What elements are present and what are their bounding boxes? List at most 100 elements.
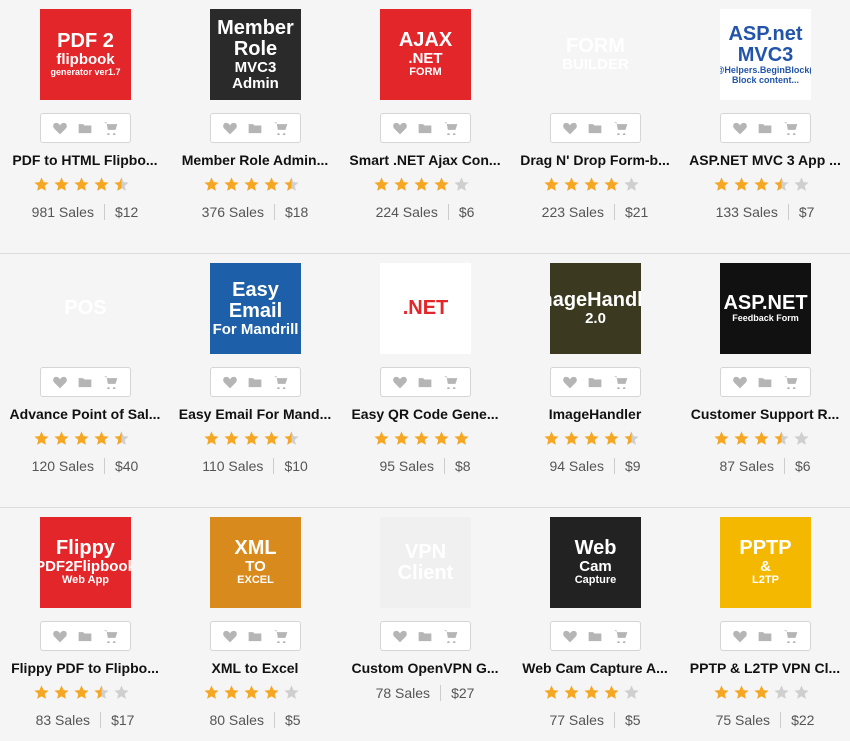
folder-icon[interactable] [76,628,94,644]
cart-icon[interactable] [612,374,630,390]
cart-icon[interactable] [102,628,120,644]
sales-count: 223 Sales [541,204,604,220]
product-stats: 133 Sales $7 [680,204,850,220]
heart-icon[interactable] [221,120,239,136]
folder-icon[interactable] [586,120,604,136]
product-thumbnail[interactable]: PPTP & L2TP [720,517,811,608]
folder-icon[interactable] [756,628,774,644]
star-icon [114,431,129,445]
folder-icon[interactable] [756,374,774,390]
heart-icon[interactable] [731,120,749,136]
product-title[interactable]: ImageHandler [510,406,680,422]
heart-icon[interactable] [221,374,239,390]
cart-icon[interactable] [102,120,120,136]
heart-icon[interactable] [391,628,409,644]
folder-icon[interactable] [416,120,434,136]
heart-icon[interactable] [221,628,239,644]
cart-icon[interactable] [612,628,630,644]
product-thumbnail[interactable]: ImageHandler2.0 [550,263,641,354]
cart-icon[interactable] [272,120,290,136]
heart-icon[interactable] [561,628,579,644]
star-icon [94,177,109,191]
folder-icon[interactable] [416,628,434,644]
cart-icon[interactable] [442,628,460,644]
heart-icon[interactable] [561,374,579,390]
cart-icon[interactable] [272,628,290,644]
product-title[interactable]: Smart .NET Ajax Con... [340,152,510,168]
heart-icon[interactable] [391,120,409,136]
folder-icon[interactable] [246,374,264,390]
product-thumbnail[interactable]: Easy Email For Mandrill [210,263,301,354]
star-icon [264,685,279,699]
cart-icon[interactable] [782,374,800,390]
product-thumbnail[interactable]: Web Cam Capture [550,517,641,608]
product-thumbnail[interactable]: Member Role MVC3 Admin [210,9,301,100]
folder-icon[interactable] [756,120,774,136]
star-icon [204,685,219,699]
thumb-text: Flippy [56,537,115,560]
cart-icon[interactable] [612,120,630,136]
product-thumbnail[interactable]: .NET [380,263,471,354]
heart-icon[interactable] [51,628,69,644]
folder-icon[interactable] [246,120,264,136]
product-title[interactable]: XML to Excel [170,660,340,676]
product-title[interactable]: ASP.NET MVC 3 App ... [680,152,850,168]
cart-icon[interactable] [782,120,800,136]
product-title[interactable]: PDF to HTML Flipbo... [0,152,170,168]
product-title[interactable]: Drag N' Drop Form-b... [510,152,680,168]
cart-icon[interactable] [272,374,290,390]
product-title[interactable]: Advance Point of Sal... [0,406,170,422]
star-icon [114,177,129,191]
product-stats: 981 Sales $12 [0,204,170,220]
product-title[interactable]: Custom OpenVPN G... [340,660,510,676]
star-icon [774,685,789,699]
product-title[interactable]: Easy Email For Mand... [170,406,340,422]
product-title[interactable]: Web Cam Capture A... [510,660,680,676]
folder-icon[interactable] [586,374,604,390]
folder-icon[interactable] [246,628,264,644]
star-icon [224,177,239,191]
product-thumbnail[interactable]: FORM BUILDER [550,9,641,100]
star-icon [204,177,219,191]
price: $22 [791,712,815,728]
product-thumbnail[interactable]: PDF 2 flipbook generator ver1.7 [40,9,131,100]
product-thumbnail[interactable]: POS [40,263,131,354]
heart-icon[interactable] [731,374,749,390]
product-thumbnail[interactable]: XML TO EXCEL [210,517,301,608]
product-actions [40,113,131,143]
product-thumbnail[interactable]: ASP.NET Feedback Form [720,263,811,354]
product-title[interactable]: Member Role Admin... [170,152,340,168]
product-title[interactable]: PPTP & L2TP VPN Cl... [680,660,850,676]
product-thumbnail[interactable]: AJAX .NET FORM [380,9,471,100]
product-title[interactable]: Customer Support R... [680,406,850,422]
product-row: PDF 2 flipbook generator ver1.7 PDF to HTML… [0,0,850,253]
folder-icon[interactable] [76,120,94,136]
cart-icon[interactable] [442,374,460,390]
product-title[interactable]: Easy QR Code Gene... [340,406,510,422]
star-icon [244,685,259,699]
product-thumbnail[interactable]: VPN Client [380,517,471,608]
product-thumbnail[interactable]: ASP.net MVC3 @Helpers.BeginBlock() Block c… [720,9,811,100]
star-icon [624,177,639,191]
rating-stars [713,176,810,194]
cart-icon[interactable] [442,120,460,136]
heart-icon[interactable] [391,374,409,390]
thumb-text: AJAX [398,29,453,52]
product-title[interactable]: Flippy PDF to Flipbo... [0,660,170,676]
star-icon [604,431,619,445]
folder-icon[interactable] [76,374,94,390]
product-thumbnail[interactable]: Flippy PDF2Flipbook Web App [40,517,131,608]
cart-icon[interactable] [782,628,800,644]
star-icon [794,431,809,445]
heart-icon[interactable] [731,628,749,644]
star-icon [774,431,789,445]
cart-icon[interactable] [102,374,120,390]
heart-icon[interactable] [561,120,579,136]
folder-icon[interactable] [416,374,434,390]
folder-icon[interactable] [586,628,604,644]
price: $40 [114,458,139,474]
heart-icon[interactable] [51,374,69,390]
price: $12 [114,204,139,220]
thumb-text: ImageHandler [550,289,641,312]
heart-icon[interactable] [51,120,69,136]
